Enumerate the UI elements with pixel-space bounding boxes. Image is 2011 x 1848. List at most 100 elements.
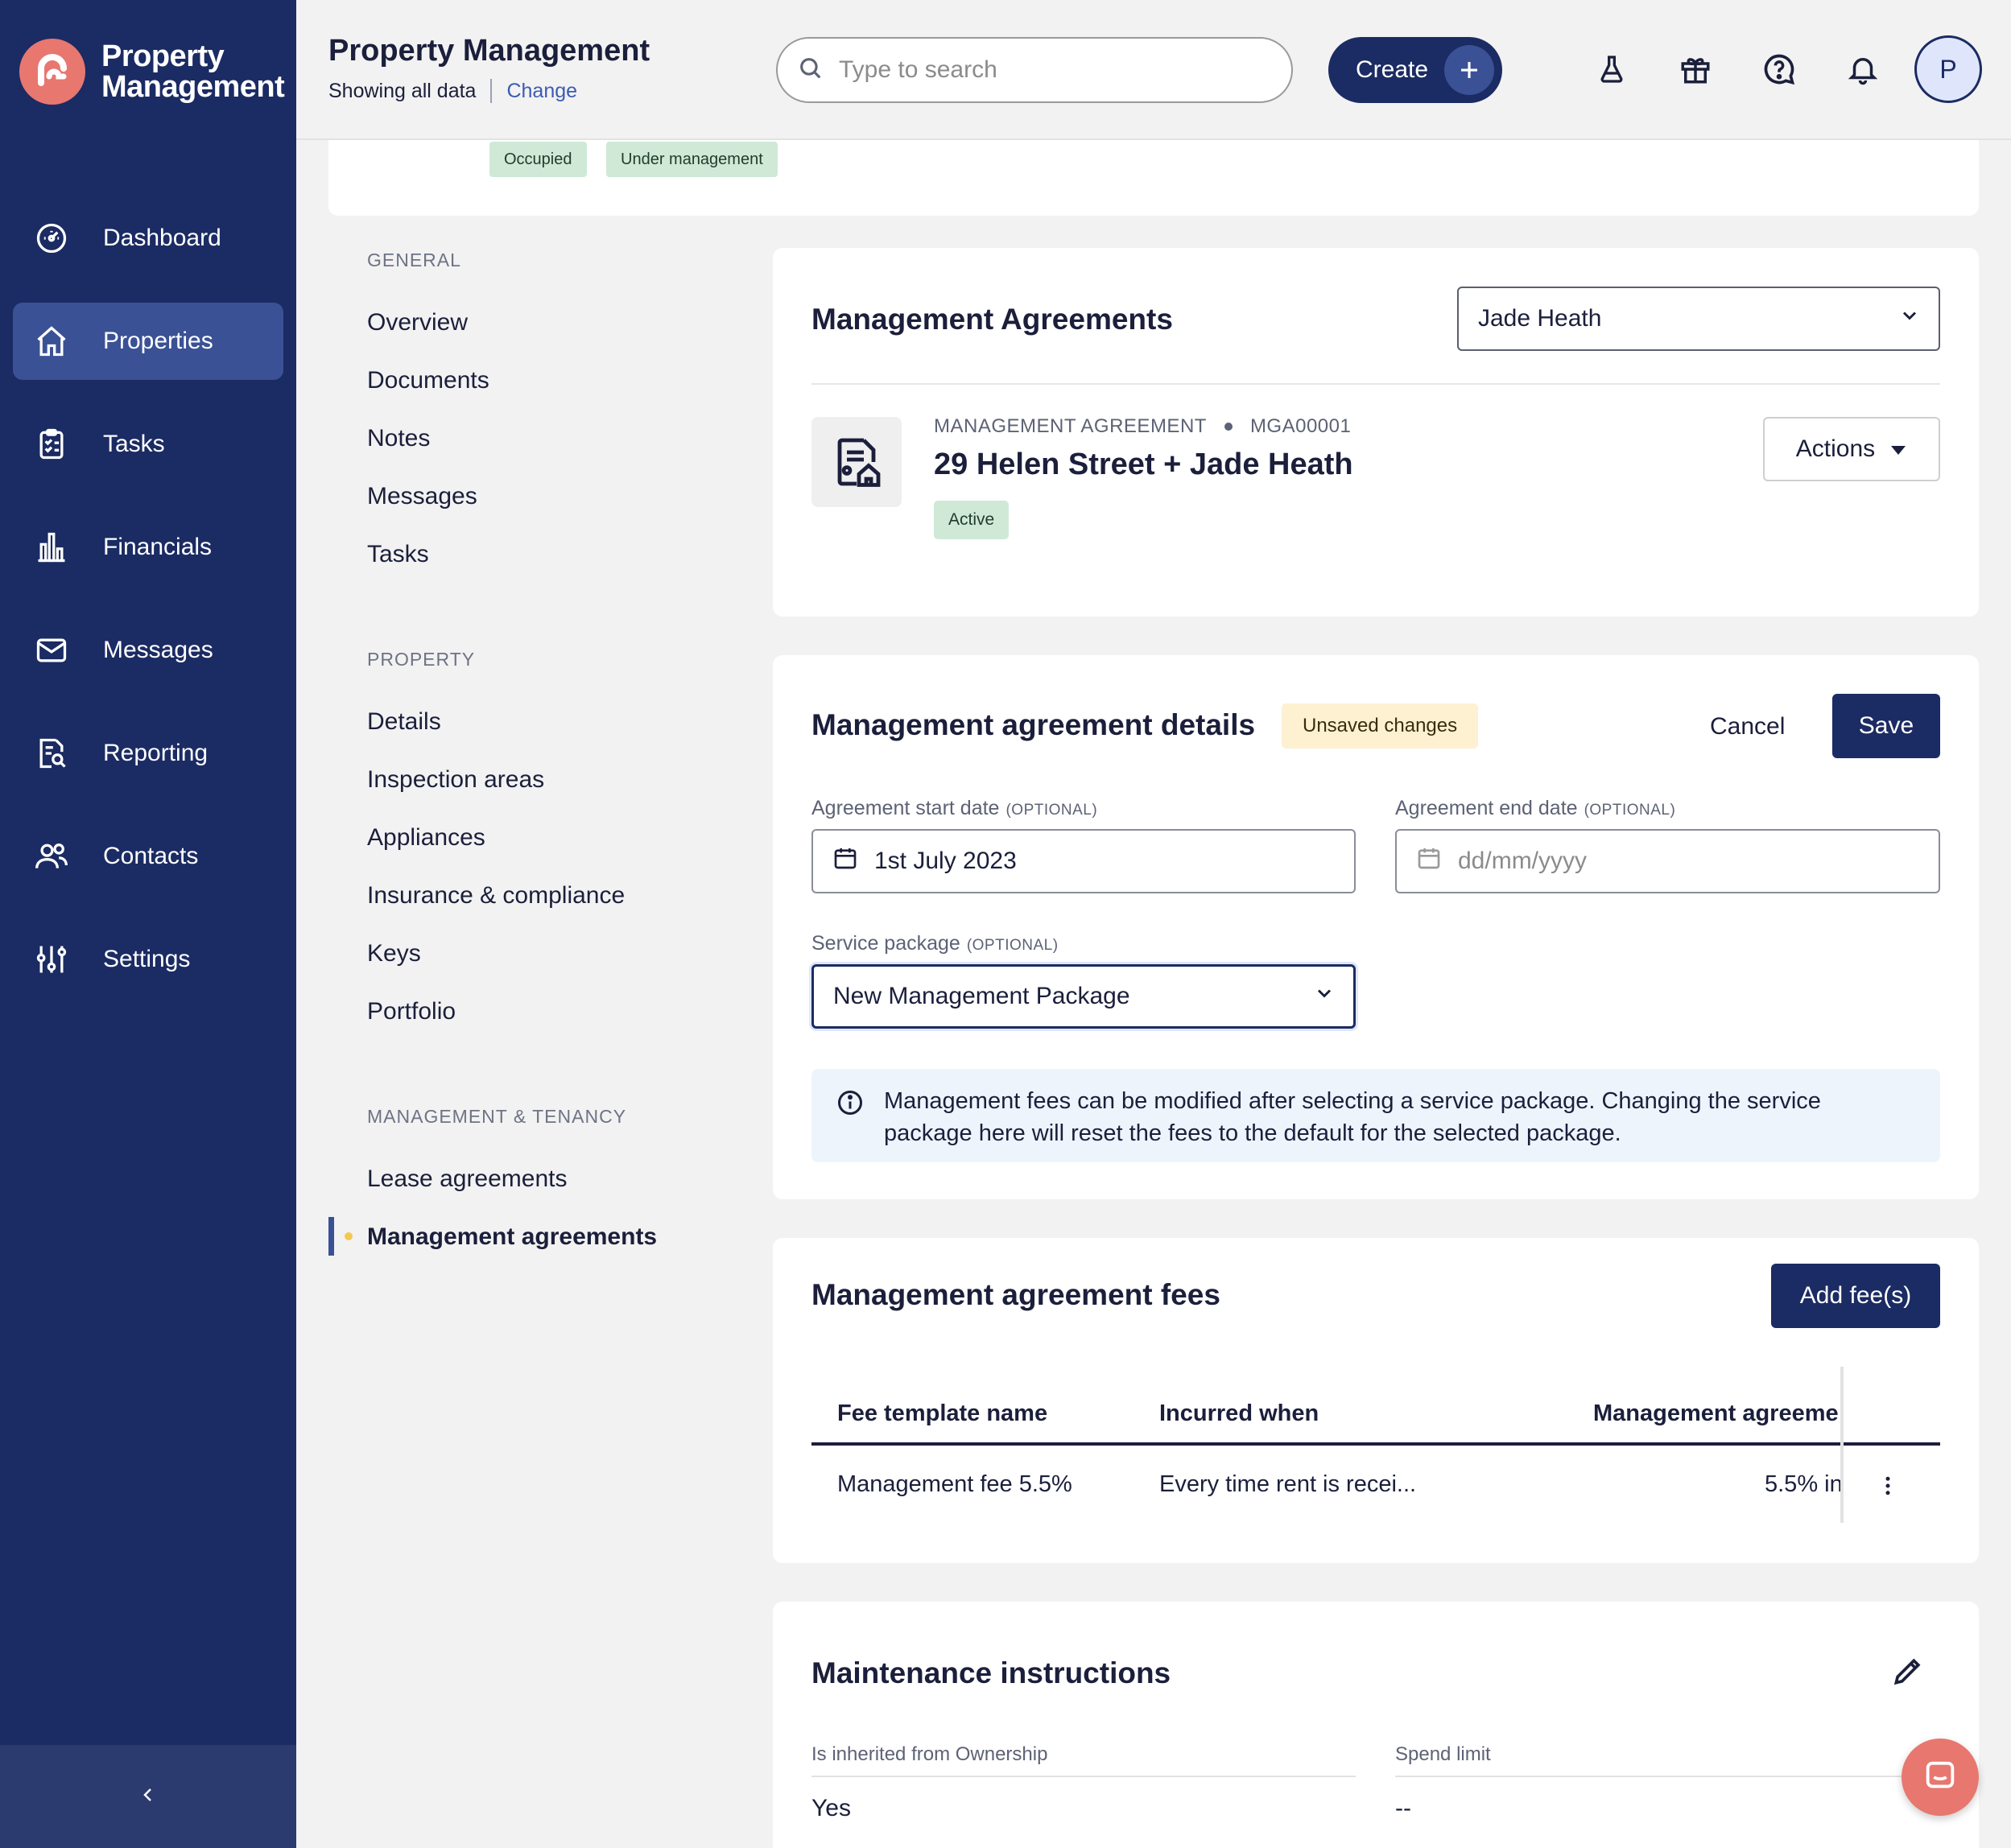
sidebar-item-contacts[interactable]: Contacts [13,818,283,895]
dashboard-icon [13,221,90,256]
fee-incurred-cell: Every time rent is recei... [1159,1471,1417,1497]
agreement-document-icon [811,417,902,507]
bar-chart-icon [13,530,90,565]
clipboard-icon [13,427,90,462]
home-icon [13,324,90,359]
card-title: Management agreement details [811,708,1256,741]
service-package-value: New Management Package [833,983,1130,1009]
sidebar-item-reporting[interactable]: Reporting [13,715,283,792]
sliders-icon [13,942,90,977]
row-menu-icon[interactable] [1876,1471,1900,1504]
divider [811,383,1940,385]
card-title: Management agreement fees [811,1278,1220,1311]
top-header: Property Management Showing all data Cha… [296,0,2011,140]
subnav-item-keys[interactable]: Keys [367,940,421,967]
chevron-down-icon [1898,304,1921,333]
mail-icon [13,633,90,668]
contacts-icon [13,839,90,874]
divider [1395,1776,1940,1777]
sidebar-item-properties[interactable]: Properties [13,303,283,380]
collapse-sidebar-button[interactable] [0,1745,296,1848]
bell-icon[interactable] [1844,50,1882,89]
subnav-item-appliances[interactable]: Appliances [367,824,485,852]
subnav-item-insurance-compliance[interactable]: Insurance & compliance [367,882,625,910]
save-button[interactable]: Save [1832,694,1940,758]
brand-name-line1: Property [101,39,225,73]
subnav-item-notes[interactable]: Notes [367,425,430,452]
status-badge: Active [934,501,1010,539]
agreement-meta: MANAGEMENT AGREEMENT MGA00001 [934,415,1351,438]
search-input[interactable] [839,56,1257,84]
active-indicator [328,1217,334,1256]
subnav-item-tasks[interactable]: Tasks [367,541,429,568]
flask-icon[interactable] [1592,50,1631,89]
start-date-field[interactable]: 1st July 2023 [811,829,1356,893]
sticky-column-shadow [1840,1367,1844,1523]
service-package-select[interactable]: New Management Package [811,964,1356,1029]
subnav-item-overview[interactable]: Overview [367,309,468,336]
card-title: Maintenance instructions [811,1656,1171,1689]
avatar[interactable]: P [1914,35,1982,103]
caret-down-icon [1889,435,1907,463]
search-icon [797,55,824,86]
spend-limit-value: -- [1395,1795,1411,1821]
sidebar-item-dashboard[interactable]: Dashboard [13,200,283,277]
sidebar-item-settings[interactable]: Settings [13,921,283,998]
cancel-button[interactable]: Cancel [1710,713,1785,740]
brand-name-line2: Management [101,70,285,104]
fee-name-cell: Management fee 5.5% [837,1471,1072,1497]
owner-select[interactable]: Jade Heath [1457,287,1940,351]
end-date-placeholder: dd/mm/yyyy [1458,848,1588,874]
subnav-item-documents[interactable]: Documents [367,367,489,394]
inherited-value: Yes [811,1795,851,1821]
chevron-down-icon [1313,982,1336,1011]
calendar-icon [1416,845,1442,877]
column-header-fee-template[interactable]: Fee template name [837,1400,1047,1427]
subnav-heading-general: GENERAL [367,250,461,270]
column-header-agreement-amount[interactable]: Management agreeme [1593,1400,1840,1427]
actions-button[interactable]: Actions [1763,417,1940,481]
owner-select-value: Jade Heath [1478,305,1602,332]
chat-support-button[interactable] [1902,1739,1979,1816]
create-button[interactable]: Create [1328,37,1502,103]
agreement-name: 29 Helen Street + Jade Heath [934,448,1353,481]
sidebar-item-label: Contacts [103,843,199,869]
info-notice: Management fees can be modified after se… [811,1069,1940,1162]
sidebar-item-tasks[interactable]: Tasks [13,406,283,483]
sidebar: Property Management Dashboard Properties… [0,0,296,1848]
subnav-item-management-agreements[interactable]: Management agreements [367,1223,657,1251]
subnav-heading-property: PROPERTY [367,649,476,670]
add-fees-button[interactable]: Add fee(s) [1771,1264,1940,1328]
sidebar-item-label: Tasks [103,431,165,457]
subnav-item-details[interactable]: Details [367,708,441,736]
unsaved-changes-badge: Unsaved changes [1282,703,1479,749]
plus-icon [1444,45,1494,95]
edit-icon[interactable] [1890,1653,1926,1693]
subnav-item-lease-agreements[interactable]: Lease agreements [367,1165,568,1193]
gift-icon[interactable] [1676,50,1715,89]
subnav-item-inspection-areas[interactable]: Inspection areas [367,766,544,794]
sidebar-item-label: Settings [103,946,191,972]
end-date-field[interactable]: dd/mm/yyyy [1395,829,1940,893]
column-header-incurred-when[interactable]: Incurred when [1159,1400,1319,1427]
subnav-item-messages[interactable]: Messages [367,483,477,510]
sidebar-item-label: Dashboard [103,225,221,251]
management-agreements-card: Management Agreements Jade Heath MANAGEM… [773,248,1979,617]
fee-amount-cell: 5.5% in [1765,1471,1840,1497]
service-package-label: Service package (OPTIONAL) [811,932,1059,955]
brand-logo[interactable]: Property Management [19,39,285,105]
search-box[interactable] [776,37,1293,103]
end-date-label: Agreement end date (OPTIONAL) [1395,797,1676,819]
data-scope: Showing all data Change [328,79,577,103]
sidebar-item-label: Messages [103,637,213,663]
agreement-type: MANAGEMENT AGREEMENT [934,415,1207,437]
sidebar-item-messages[interactable]: Messages [13,612,283,689]
agreement-code: MGA00001 [1249,415,1352,437]
change-scope-link[interactable]: Change [506,80,577,103]
unsaved-dot [345,1232,353,1240]
card-title: Management Agreements [811,303,1173,336]
help-icon[interactable] [1760,50,1798,89]
subnav-item-portfolio[interactable]: Portfolio [367,998,456,1025]
sidebar-item-financials[interactable]: Financials [13,509,283,586]
sidebar-item-label: Reporting [103,740,209,766]
